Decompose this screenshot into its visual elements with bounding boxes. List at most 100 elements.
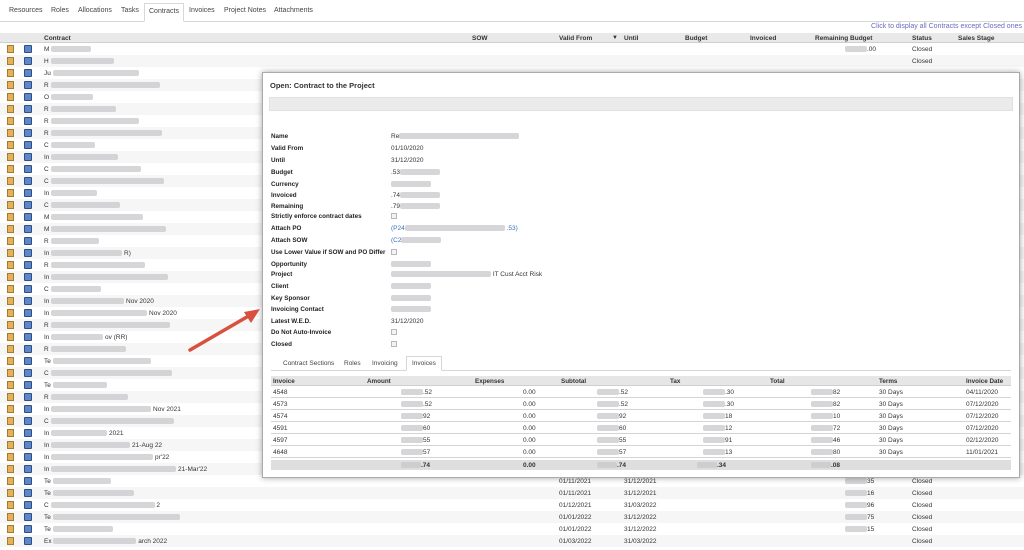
field-value[interactable]: [391, 249, 397, 257]
inv-col-date[interactable]: Invoice Date: [966, 378, 1003, 385]
edit-icon[interactable]: [7, 225, 14, 233]
inv-col-terms[interactable]: Terms: [879, 378, 897, 385]
edit-icon[interactable]: [7, 285, 14, 293]
edit-icon[interactable]: [7, 537, 14, 545]
contract-name[interactable]: R: [44, 238, 99, 245]
contract-name[interactable]: Ju: [44, 70, 139, 77]
document-icon[interactable]: [24, 141, 32, 149]
contract-name[interactable]: Te: [44, 526, 113, 533]
edit-icon[interactable]: [7, 165, 14, 173]
document-icon[interactable]: [24, 417, 32, 425]
invoice-number[interactable]: 4648: [273, 449, 287, 456]
tab-invoices[interactable]: Invoices: [189, 7, 215, 14]
contract-name[interactable]: In: [44, 190, 98, 197]
contract-name[interactable]: C 2: [44, 502, 160, 509]
edit-icon[interactable]: [7, 129, 14, 137]
document-icon[interactable]: [24, 477, 32, 485]
edit-icon[interactable]: [7, 513, 14, 521]
document-icon[interactable]: [24, 57, 32, 65]
table-row[interactable]: H Closed: [0, 55, 1024, 67]
edit-icon[interactable]: [7, 525, 14, 533]
contract-name[interactable]: In 2021: [44, 430, 124, 437]
edit-icon[interactable]: [7, 45, 14, 53]
inv-col-invoice[interactable]: Invoice: [273, 378, 295, 385]
col-budget[interactable]: Budget: [685, 35, 707, 42]
invoice-row[interactable]: 4597 55 0.00 55 91 46 30 Days 02/12/2020: [271, 435, 1011, 446]
edit-icon[interactable]: [7, 381, 14, 389]
contract-name[interactable]: Te: [44, 358, 151, 365]
inv-col-amount[interactable]: Amount: [367, 378, 391, 385]
edit-icon[interactable]: [7, 117, 14, 125]
edit-icon[interactable]: [7, 261, 14, 269]
edit-icon[interactable]: [7, 321, 14, 329]
document-icon[interactable]: [24, 309, 32, 317]
edit-icon[interactable]: [7, 93, 14, 101]
table-row[interactable]: Te 01/01/2022 31/12/2022 75 Closed: [0, 511, 1024, 523]
invoice-row[interactable]: 4573 .52 0.00 .52 .30 82 30 Days 07/12/2020: [271, 399, 1011, 410]
contract-name[interactable]: C: [44, 370, 172, 377]
col-remaining-budget[interactable]: Remaining Budget: [815, 35, 872, 42]
edit-icon[interactable]: [7, 309, 14, 317]
contract-name[interactable]: Te: [44, 478, 111, 485]
document-icon[interactable]: [24, 129, 32, 137]
edit-icon[interactable]: [7, 213, 14, 221]
field-value[interactable]: [391, 341, 397, 349]
tab-project-notes[interactable]: Project Notes: [224, 7, 266, 14]
checkbox[interactable]: [391, 213, 397, 219]
contract-name[interactable]: In R): [44, 250, 131, 257]
document-icon[interactable]: [24, 165, 32, 173]
col-sales-stage[interactable]: Sales Stage: [958, 35, 995, 42]
contract-name[interactable]: R: [44, 82, 160, 89]
document-icon[interactable]: [24, 453, 32, 461]
edit-icon[interactable]: [7, 141, 14, 149]
inv-col-tax[interactable]: Tax: [670, 378, 680, 385]
document-icon[interactable]: [24, 369, 32, 377]
contract-name[interactable]: C: [44, 286, 101, 293]
contract-name[interactable]: R: [44, 322, 170, 329]
contract-name[interactable]: C: [44, 202, 120, 209]
tab-allocations[interactable]: Allocations: [78, 7, 112, 14]
tab-resources[interactable]: Resources: [9, 7, 42, 14]
inv-col-expenses[interactable]: Expenses: [475, 378, 504, 385]
field-value[interactable]: (P24 .53): [391, 225, 518, 232]
document-icon[interactable]: [24, 297, 32, 305]
contract-name[interactable]: C: [44, 166, 141, 173]
document-icon[interactable]: [24, 105, 32, 113]
tab-invoices-inner[interactable]: Invoices: [406, 356, 442, 371]
document-icon[interactable]: [24, 81, 32, 89]
table-row[interactable]: M .00 Closed: [0, 43, 1024, 55]
tab-contract-sections[interactable]: Contract Sections: [283, 360, 334, 367]
tab-roles[interactable]: Roles: [51, 7, 69, 14]
field-value[interactable]: (C2: [391, 237, 442, 244]
edit-icon[interactable]: [7, 477, 14, 485]
contract-name[interactable]: In pr'22: [44, 454, 169, 461]
document-icon[interactable]: [24, 429, 32, 437]
document-icon[interactable]: [24, 201, 32, 209]
tab-contracts[interactable]: Contracts: [144, 3, 184, 22]
document-icon[interactable]: [24, 225, 32, 233]
document-icon[interactable]: [24, 333, 32, 341]
edit-icon[interactable]: [7, 465, 14, 473]
document-icon[interactable]: [24, 273, 32, 281]
col-invoiced[interactable]: Invoiced: [750, 35, 776, 42]
contract-name[interactable]: M: [44, 226, 167, 233]
table-row[interactable]: Te 01/01/2022 31/12/2022 15 Closed: [0, 523, 1024, 535]
document-icon[interactable]: [24, 45, 32, 53]
document-icon[interactable]: [24, 537, 32, 545]
contract-name[interactable]: In 21-Mar'22: [44, 466, 207, 473]
edit-icon[interactable]: [7, 405, 14, 413]
document-icon[interactable]: [24, 441, 32, 449]
document-icon[interactable]: [24, 345, 32, 353]
edit-icon[interactable]: [7, 501, 14, 509]
col-until[interactable]: Until: [624, 35, 638, 42]
edit-icon[interactable]: [7, 369, 14, 377]
document-icon[interactable]: [24, 381, 32, 389]
document-icon[interactable]: [24, 285, 32, 293]
col-contract[interactable]: Contract: [44, 35, 71, 42]
field-value[interactable]: [391, 306, 431, 313]
table-row[interactable]: Ex arch 2022 01/03/2022 31/03/2022 Closed: [0, 535, 1024, 547]
contract-name[interactable]: R: [44, 262, 145, 269]
document-icon[interactable]: [24, 237, 32, 245]
document-icon[interactable]: [24, 153, 32, 161]
document-icon[interactable]: [24, 501, 32, 509]
